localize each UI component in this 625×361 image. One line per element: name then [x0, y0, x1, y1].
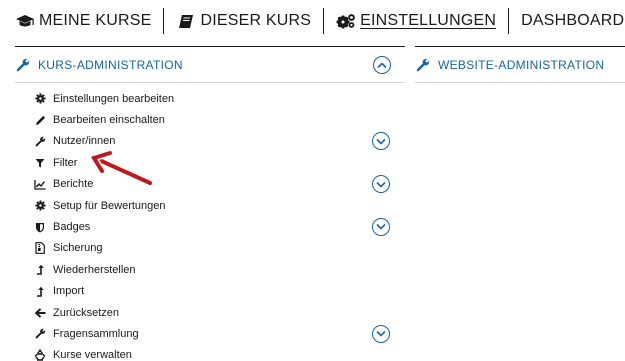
cogs-icon — [336, 13, 356, 29]
gear-icon — [34, 200, 46, 212]
menu-item-label: Badges — [53, 221, 91, 234]
menu-item-nutzer-innen[interactable]: Nutzer/innen — [34, 131, 404, 152]
nav-divider — [323, 8, 325, 34]
menu-item-label: Bearbeiten einschalten — [53, 114, 165, 127]
menu-item-filter[interactable]: Filter — [34, 152, 404, 173]
menu-item-kurse-verwalten[interactable]: Kurse verwalten — [34, 345, 404, 361]
menu-item-fragensammlung[interactable]: Fragensammlung — [34, 323, 404, 344]
chevron-down-icon — [376, 181, 386, 188]
nav-dieser-kurs[interactable]: DIESER KURS — [176, 12, 311, 30]
chevron-down-icon — [376, 224, 386, 230]
nav-dashboard[interactable]: DASHBOARD — [521, 12, 624, 30]
chevron-down-icon — [376, 138, 386, 145]
nav-label: MEINE KURSE — [39, 12, 152, 29]
menu-item-label: Setup für Bewertungen — [53, 199, 166, 212]
wrench-icon — [16, 58, 30, 72]
expand-button[interactable] — [372, 217, 390, 236]
menu-item-label: Filter — [53, 156, 78, 169]
site-admin-title[interactable]: WEBSITE-ADMINISTRATION — [438, 58, 604, 72]
expand-button[interactable] — [372, 175, 390, 194]
menu-item-label: Zurücksetzen — [53, 306, 120, 319]
menu-item-zuruecksetzen[interactable]: Zurücksetzen — [34, 302, 404, 323]
menu-item-label: Sicherung — [53, 242, 103, 255]
menu-item-berichte[interactable]: Berichte — [34, 174, 404, 195]
chevron-up-icon — [377, 61, 387, 68]
menu-item-badges[interactable]: Badges — [34, 216, 404, 237]
expand-button[interactable] — [372, 132, 390, 151]
nav-label: DIESER KURS — [200, 12, 312, 29]
nav-label: EINSTELLUNGEN — [360, 12, 497, 29]
menu-item-label: Einstellungen bearbeiten — [53, 92, 175, 105]
pencil-icon — [34, 114, 46, 126]
nav-divider — [508, 8, 510, 34]
gear-icon — [34, 93, 46, 105]
recycle-icon — [34, 349, 46, 361]
graduation-cap-icon — [15, 13, 35, 29]
menu-item-label: Import — [53, 285, 85, 298]
menu-item-label: Nutzer/innen — [53, 135, 116, 148]
nav-label: DASHBOARD — [521, 12, 625, 29]
menu-item-label: Wiederherstellen — [53, 263, 136, 276]
wrench-icon — [34, 135, 46, 147]
level-up-icon — [34, 264, 46, 276]
file-archive-icon — [34, 242, 46, 255]
course-admin-menu: Einstellungen bearbeiten Bearbeiten eins… — [34, 88, 404, 361]
menu-item-label: Fragensammlung — [53, 327, 139, 340]
menu-item-label: Berichte — [53, 178, 94, 191]
level-up-icon — [34, 285, 46, 297]
chevron-down-icon — [376, 331, 386, 337]
menu-item-einstellungen-bearbeiten[interactable]: Einstellungen bearbeiten — [34, 88, 404, 109]
menu-item-sicherung[interactable]: Sicherung — [34, 238, 404, 259]
course-admin-header: KURS-ADMINISTRATION — [15, 46, 405, 83]
collapse-button[interactable] — [373, 56, 391, 74]
menu-item-wiederherstellen[interactable]: Wiederherstellen — [34, 259, 404, 280]
nav-meine-kurse[interactable]: MEINE KURSE — [15, 12, 151, 30]
site-admin-header: WEBSITE-ADMINISTRATION — [415, 46, 625, 83]
menu-item-label: Kurse verwalten — [53, 349, 132, 361]
filter-icon — [34, 157, 46, 169]
wrench-icon — [34, 328, 46, 340]
nav-einstellungen[interactable]: EINSTELLUNGEN — [336, 12, 496, 30]
expand-button[interactable] — [372, 324, 390, 343]
nav-divider — [163, 8, 165, 34]
wrench-icon — [416, 58, 430, 72]
arrow-left-icon — [34, 307, 46, 319]
menu-item-setup-bewertungen[interactable]: Setup für Bewertungen — [34, 195, 404, 216]
menu-item-import[interactable]: Import — [34, 281, 404, 302]
book-icon — [176, 13, 196, 29]
line-chart-icon — [34, 178, 46, 190]
top-navigation: MEINE KURSE DIESER KURS EINSTELLUNGEN DA… — [15, 8, 624, 34]
menu-item-bearbeiten-einschalten[interactable]: Bearbeiten einschalten — [34, 109, 404, 130]
course-admin-title[interactable]: KURS-ADMINISTRATION — [38, 58, 183, 72]
shield-icon — [34, 221, 46, 233]
